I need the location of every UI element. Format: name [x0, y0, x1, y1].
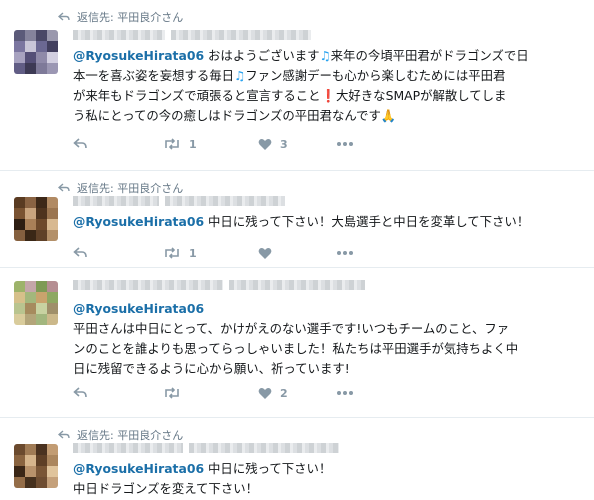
music-note-emoji: ♫	[234, 68, 246, 83]
like-button[interactable]: 3	[258, 138, 336, 151]
user-handle-blurred[interactable]	[189, 443, 339, 453]
reply-arrow-icon	[58, 12, 70, 21]
retweet-count: 1	[189, 137, 197, 151]
tweet-text: @RyosukeHirata06 中日に残って下さい！大島選手と中日を変革して下…	[73, 214, 530, 229]
more-icon	[337, 391, 353, 395]
reply-button[interactable]	[73, 387, 163, 399]
reply-button[interactable]	[73, 247, 163, 259]
reply-context-text: 返信先: 平田良介さん	[77, 11, 184, 24]
tweet-actions: 1	[73, 245, 376, 261]
reply-context: 返信先: 平田良介さん	[58, 180, 183, 196]
mention-link[interactable]: @RyosukeHirata06	[73, 461, 204, 476]
reply-icon	[73, 247, 87, 258]
heart-icon	[258, 247, 272, 259]
user-handle-blurred[interactable]	[229, 280, 365, 290]
mention-link[interactable]: @RyosukeHirata06	[73, 48, 204, 63]
more-button[interactable]	[336, 250, 376, 256]
avatar[interactable]	[14, 197, 58, 241]
user-name-blurred[interactable]	[73, 196, 159, 206]
tweet-text: @RyosukeHirata06 おはようございます♫来年の今頃平田君がドラゴン…	[73, 48, 529, 123]
retweet-count: 1	[189, 246, 197, 260]
tweet[interactable]: 返信先: 平田良介さん @RyosukeHirata06 中日に残って下さい！大…	[0, 171, 594, 268]
reply-context-text: 返信先: 平田良介さん	[77, 182, 184, 195]
tweet-header[interactable]	[73, 443, 339, 453]
like-button[interactable]	[258, 247, 336, 260]
retweet-icon	[165, 138, 179, 150]
user-name-blurred[interactable]	[73, 30, 165, 40]
mention-link[interactable]: @RyosukeHirata06	[73, 301, 204, 316]
avatar[interactable]	[14, 444, 58, 488]
tweet-actions: 2	[73, 385, 376, 401]
tweet[interactable]: @RyosukeHirata06 平田さんは中日にとって、かけがえのない選手です…	[0, 268, 594, 418]
avatar[interactable]	[14, 281, 58, 325]
tweet[interactable]: 返信先: 平田良介さん @RyosukeHirata06 中日に残って下さい！ …	[0, 418, 594, 500]
tweet-header[interactable]	[73, 196, 285, 206]
reply-context: 返信先: 平田良介さん	[58, 427, 183, 443]
retweet-icon	[165, 247, 179, 259]
praying-hands-emoji: 🙏	[380, 108, 397, 123]
retweet-button[interactable]: 1	[163, 138, 258, 151]
tweet-feed: 返信先: 平田良介さん @RyosukeHirata06 おはようございます♫来…	[0, 0, 594, 500]
more-icon	[337, 142, 353, 146]
mention-link[interactable]: @RyosukeHirata06	[73, 214, 204, 229]
like-button[interactable]: 2	[258, 387, 336, 400]
tweet-text: @RyosukeHirata06 中日に残って下さい！ 中日ドラゴンズを変えて下…	[73, 461, 332, 496]
tweet-actions: 1 3	[73, 136, 376, 152]
more-button[interactable]	[336, 141, 376, 147]
tweet-text: @RyosukeHirata06 平田さんは中日にとって、かけがえのない選手です…	[73, 301, 519, 376]
more-button[interactable]	[336, 390, 376, 396]
user-name-blurred[interactable]	[73, 443, 183, 453]
retweet-button[interactable]: 1	[163, 247, 258, 260]
like-count: 3	[280, 137, 288, 151]
user-name-blurred[interactable]	[73, 280, 223, 290]
heart-icon	[258, 138, 272, 150]
tweet-header[interactable]	[73, 280, 365, 290]
heart-icon	[258, 387, 272, 399]
user-handle-blurred[interactable]	[165, 196, 285, 206]
reply-context-text: 返信先: 平田良介さん	[77, 429, 184, 442]
reply-arrow-icon	[58, 430, 70, 439]
retweet-button[interactable]	[163, 387, 258, 399]
reply-context: 返信先: 平田良介さん	[58, 9, 183, 25]
retweet-icon	[165, 387, 179, 399]
more-icon	[337, 251, 353, 255]
exclamation-emoji: ❗	[320, 88, 337, 103]
music-note-emoji: ♫	[319, 48, 331, 63]
tweet[interactable]: 返信先: 平田良介さん @RyosukeHirata06 おはようございます♫来…	[0, 0, 594, 171]
reply-arrow-icon	[58, 183, 70, 192]
avatar[interactable]	[14, 30, 58, 74]
reply-icon	[73, 138, 87, 149]
like-count: 2	[280, 386, 288, 400]
reply-button[interactable]	[73, 138, 163, 150]
tweet-header[interactable]	[73, 30, 311, 40]
user-handle-blurred[interactable]	[171, 30, 311, 40]
reply-icon	[73, 387, 87, 398]
